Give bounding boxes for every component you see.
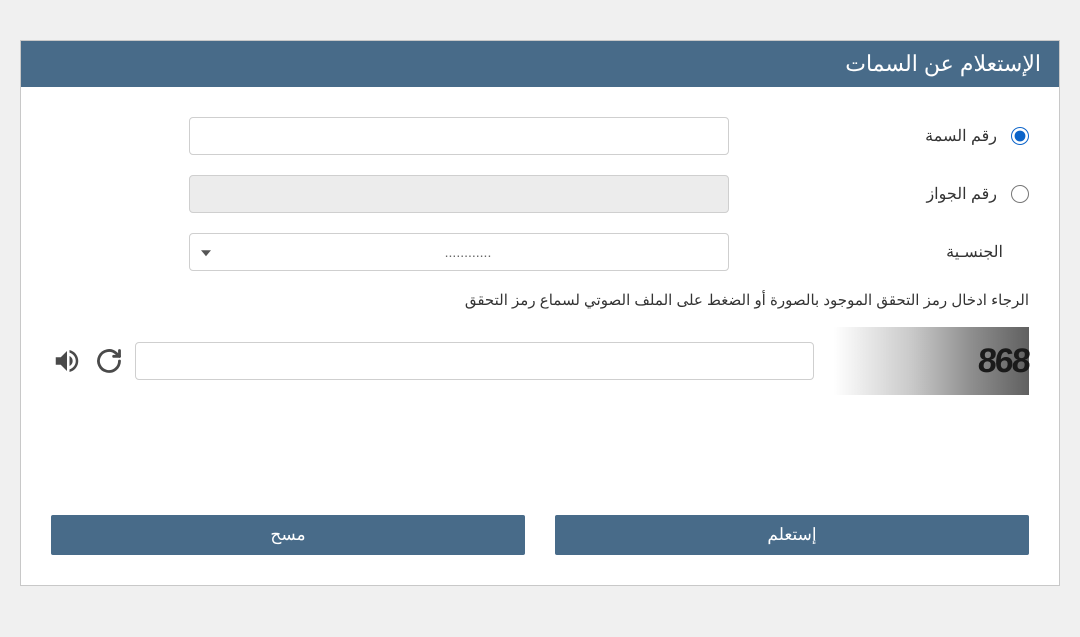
select-nationality[interactable]: ............ xyxy=(189,233,729,271)
buttons-row: إستعلم مسح xyxy=(51,515,1029,565)
captcha-row: 868 xyxy=(51,327,1029,395)
nationality-select-wrap: ............ xyxy=(189,233,729,271)
captcha-input-area xyxy=(51,342,814,380)
row-passport-number: رقم الجواز xyxy=(51,175,1029,213)
row-visa-number: رقم السمة xyxy=(51,117,1029,155)
panel-body: رقم السمة رقم الجواز الجنسـية xyxy=(21,87,1059,585)
nationality-label-wrap: الجنسـية xyxy=(749,242,1029,262)
radio-visa-number[interactable] xyxy=(1011,127,1029,145)
captcha-audio-button[interactable] xyxy=(51,343,83,379)
label-nationality: الجنسـية xyxy=(946,242,1003,262)
captcha-instruction: الرجاء ادخال رمز التحقق الموجود بالصورة … xyxy=(51,291,1029,309)
clear-button[interactable]: مسح xyxy=(51,515,525,555)
option-passport-label-wrap: رقم الجواز xyxy=(749,184,1029,204)
refresh-icon xyxy=(95,347,123,375)
label-passport-number: رقم الجواز xyxy=(926,184,997,204)
captcha-image: 868 xyxy=(834,327,1029,395)
captcha-refresh-button[interactable] xyxy=(93,343,125,379)
visa-inquiry-panel: الإستعلام عن السمات رقم السمة رقم الجواز xyxy=(20,40,1060,586)
label-visa-number: رقم السمة xyxy=(925,126,997,146)
option-visa-label-wrap: رقم السمة xyxy=(749,126,1029,146)
captcha-image-text: 868 xyxy=(977,342,1030,381)
input-visa-number[interactable] xyxy=(189,117,729,155)
speaker-icon xyxy=(52,346,82,376)
radio-passport-number[interactable] xyxy=(1011,185,1029,203)
submit-button[interactable]: إستعلم xyxy=(555,515,1029,555)
panel-title: الإستعلام عن السمات xyxy=(21,41,1059,87)
captcha-input[interactable] xyxy=(135,342,814,380)
row-nationality: الجنسـية ............ xyxy=(51,233,1029,271)
input-passport-number xyxy=(189,175,729,213)
